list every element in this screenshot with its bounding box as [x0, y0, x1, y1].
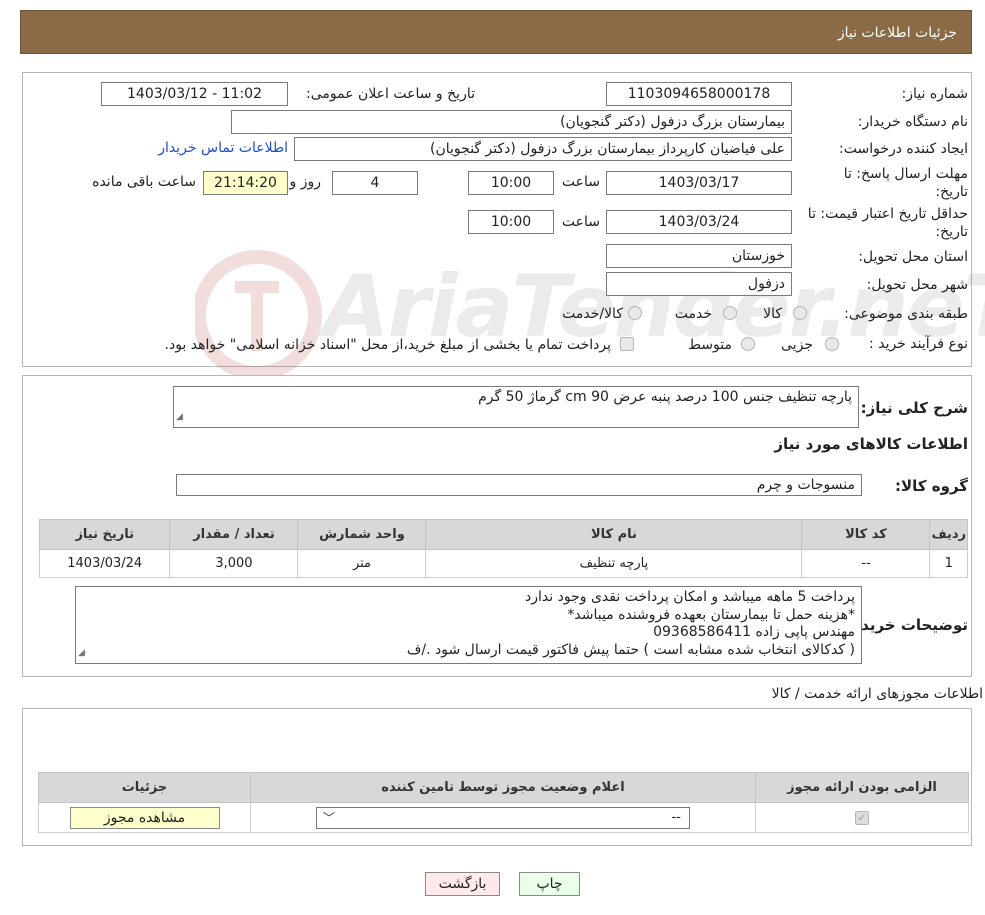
requester-label: ایجاد کننده درخواست:	[839, 141, 968, 157]
need-number-field: 1103094658000178	[606, 82, 792, 106]
need-number-label: شماره نیاز:	[901, 86, 969, 102]
cell-goods-name: پارچه تنظیف	[425, 549, 803, 578]
deadline-time-label: ساعت	[561, 174, 600, 190]
process-type-label: نوع فرآیند خرید :	[869, 336, 968, 352]
page-title: جزئیات اطلاعات نیاز	[837, 25, 957, 41]
col-quantity: تعداد / مقدار	[169, 519, 299, 550]
buyer-note-line-2: *هزینه حمل تا بیمارستان بعهده فروشنده می…	[567, 606, 855, 623]
cell-license-status: -- ﹀	[250, 802, 756, 833]
category-option-goods-service: کالا/خدمت	[562, 306, 623, 322]
price-validity-label-date: تاریخ:	[935, 224, 968, 240]
announce-date-label: تاریخ و ساعت اعلان عمومی:	[306, 86, 475, 102]
remaining-time-field: 21:14:20	[203, 171, 288, 195]
deadline-label-date: تاریخ:	[935, 184, 968, 200]
resize-grip-icon[interactable]: ◢	[176, 409, 183, 426]
cell-need-date: 1403/03/24	[38, 549, 171, 578]
requester-field: علی فیاضیان کارپرداز بیمارستان بزرگ دزفو…	[294, 137, 792, 161]
days-label: روز و	[289, 174, 322, 190]
print-button[interactable]: چاپ	[519, 872, 580, 896]
validity-time-field: 10:00	[468, 210, 554, 234]
process-note: پرداخت تمام یا بخشی از مبلغ خرید،از محل …	[164, 337, 611, 353]
process-option-minor: جزیی	[781, 337, 813, 353]
buyer-org-label: نام دستگاه خریدار:	[857, 114, 968, 130]
price-validity-date-field: 1403/03/24	[606, 210, 792, 234]
buyer-note-line-1: پرداخت 5 ماهه میباشد و امکان پرداخت نقدی…	[525, 589, 855, 605]
licenses-table-wrapper: الزامی بودن ارائه مجوز اعلام وضعیت مجوز …	[38, 772, 969, 833]
col-goods-code: کد کالا	[801, 519, 931, 550]
city-label: شهر محل تحویل:	[866, 277, 968, 293]
category-radio-service[interactable]	[723, 306, 737, 320]
license-status-select[interactable]: -- ﹀	[316, 806, 690, 829]
process-radio-minor[interactable]	[825, 337, 839, 351]
col-unit: واحد شمارش	[297, 519, 427, 550]
treasury-checkbox[interactable]	[620, 337, 634, 351]
price-validity-label: حداقل تاریخ اعتبار قیمت: تا	[807, 206, 968, 222]
category-option-service: خدمت	[674, 306, 712, 322]
col-row-number: ردیف	[929, 519, 968, 550]
cell-license-required: ✓	[755, 802, 969, 833]
cell-unit: متر	[297, 549, 427, 578]
description-text: پارچه تنظیف جنس 100 درصد پنبه عرض 90 cm …	[478, 389, 852, 405]
days-remaining-field: 4	[332, 171, 418, 195]
license-status-value: --	[671, 809, 681, 825]
validity-time-label: ساعت	[561, 214, 600, 230]
col-goods-name: نام کالا	[425, 519, 803, 550]
category-radio-goods-service[interactable]	[628, 306, 642, 320]
category-label: طبقه بندی موضوعی:	[844, 306, 968, 322]
cell-license-details: مشاهده مجوز	[38, 802, 251, 833]
process-option-medium: متوسط	[688, 337, 732, 353]
table-row: ✓ -- ﹀ مشاهده مجوز	[38, 802, 969, 833]
view-license-button[interactable]: مشاهده مجوز	[69, 806, 220, 829]
process-radio-medium[interactable]	[741, 337, 755, 351]
cell-quantity: 3,000	[169, 549, 299, 578]
deadline-time-field: 10:00	[468, 171, 554, 195]
cell-goods-code: --	[801, 549, 931, 578]
col-license-details: جزئیات	[38, 772, 251, 803]
province-field: خوزستان	[606, 244, 792, 268]
buyer-contact-link[interactable]: اطلاعات تماس خریدار	[158, 140, 288, 156]
description-textarea: پارچه تنظیف جنس 100 درصد پنبه عرض 90 cm …	[173, 386, 859, 428]
announce-date-field: 1403/03/12 - 11:02	[101, 82, 288, 106]
page-header: جزئیات اطلاعات نیاز	[20, 10, 972, 54]
province-label: استان محل تحویل:	[858, 249, 968, 265]
chevron-down-icon: ﹀	[323, 810, 336, 825]
category-radio-goods[interactable]	[793, 306, 807, 320]
resize-grip-icon[interactable]: ◢	[78, 645, 85, 663]
col-license-status: اعلام وضعیت مجوز توسط تامین کننده	[250, 772, 756, 803]
goods-table-wrapper: ردیف کد کالا نام کالا واحد شمارش تعداد /…	[38, 519, 968, 578]
city-field: دزفول	[606, 272, 792, 296]
col-need-date: تاریخ نیاز	[38, 519, 171, 550]
remaining-time-label: ساعت باقی مانده	[92, 174, 196, 190]
licenses-table-header: الزامی بودن ارائه مجوز اعلام وضعیت مجوز …	[38, 772, 969, 803]
goods-table-header: ردیف کد کالا نام کالا واحد شمارش تعداد /…	[38, 519, 968, 550]
goods-section-title: اطلاعات کالاهای مورد نیاز	[774, 435, 968, 453]
goods-group-field: منسوجات و چرم	[176, 474, 862, 496]
goods-group-label: گروه کالا:	[895, 477, 968, 495]
goods-table: ردیف کد کالا نام کالا واحد شمارش تعداد /…	[38, 519, 968, 578]
col-license-required: الزامی بودن ارائه مجوز	[755, 772, 969, 803]
deadline-date-field: 1403/03/17	[606, 171, 792, 195]
description-label: شرح کلی نیاز:	[860, 399, 968, 417]
category-option-goods: کالا	[763, 306, 782, 322]
table-row: 1 -- پارچه تنظیف متر 3,000 1403/03/24	[38, 549, 968, 578]
deadline-label: مهلت ارسال پاسخ: تا	[843, 166, 968, 182]
buyer-note-line-4: ( کدکالای انتخاب شده مشابه است ) حتما پی…	[406, 641, 855, 658]
buyer-org-field: بیمارستان بزرگ دزفول (دکتر گنجویان)	[231, 110, 792, 134]
licenses-table: الزامی بودن ارائه مجوز اعلام وضعیت مجوز …	[38, 772, 969, 833]
buyer-note-line-3: مهندس پاپی زاده 09368586411	[653, 624, 855, 640]
buyer-notes-textarea: پرداخت 5 ماهه میباشد و امکان پرداخت نقدی…	[75, 586, 862, 664]
licenses-section-title: اطلاعات مجوزهای ارائه خدمت / کالا	[771, 686, 983, 702]
back-button[interactable]: بازگشت	[425, 872, 500, 896]
license-required-checkbox[interactable]: ✓	[855, 811, 869, 825]
cell-row-number: 1	[929, 549, 968, 578]
